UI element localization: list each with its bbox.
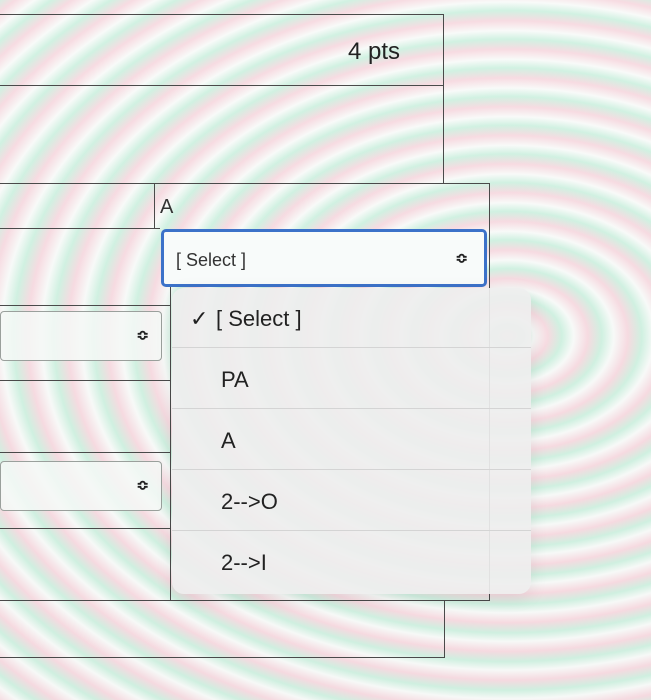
checkmark-icon: ✓ xyxy=(190,306,209,331)
option-label: 2-->I xyxy=(221,550,267,575)
table-border xyxy=(170,287,171,601)
chevron-up-down-icon: ≎ xyxy=(136,327,149,344)
table-border xyxy=(0,380,170,381)
chevron-up-down-icon: ≎ xyxy=(136,477,149,494)
table-border xyxy=(0,14,444,15)
option-label: A xyxy=(221,428,236,453)
chevron-up-down-icon: ≎ xyxy=(455,250,468,267)
option-label: PA xyxy=(221,367,249,392)
table-border xyxy=(0,452,170,453)
table-border xyxy=(444,600,445,658)
table-border xyxy=(443,14,444,184)
table-border xyxy=(0,528,170,529)
row-select-1[interactable]: ≎ xyxy=(0,311,162,361)
column-header-a: A xyxy=(160,196,174,218)
dropdown-option-pa[interactable]: PA xyxy=(172,349,531,409)
dropdown-option-a[interactable]: A xyxy=(172,410,531,470)
points-label: 4 pts xyxy=(348,38,401,65)
table-border xyxy=(0,228,160,229)
row-select-2[interactable]: ≎ xyxy=(0,461,162,511)
dropdown-option-2-to-i[interactable]: 2-->I xyxy=(172,532,531,592)
option-label: [ Select ] xyxy=(216,306,302,331)
dropdown-option-2-to-o[interactable]: 2-->O xyxy=(172,471,531,531)
table-border xyxy=(0,305,170,306)
option-label: 2-->O xyxy=(221,489,278,514)
answer-select[interactable]: [ Select ] ≎ xyxy=(161,229,487,287)
table-border xyxy=(0,183,490,184)
table-border xyxy=(0,600,490,601)
table-border xyxy=(0,657,445,658)
answer-select-value: [ Select ] xyxy=(176,250,247,270)
table-border xyxy=(0,85,444,86)
dropdown-option-select[interactable]: ✓ [ Select ] xyxy=(172,288,531,348)
select-dropdown-menu: ✓ [ Select ] PA A 2-->O 2-->I xyxy=(172,288,531,594)
table-border xyxy=(154,183,155,229)
